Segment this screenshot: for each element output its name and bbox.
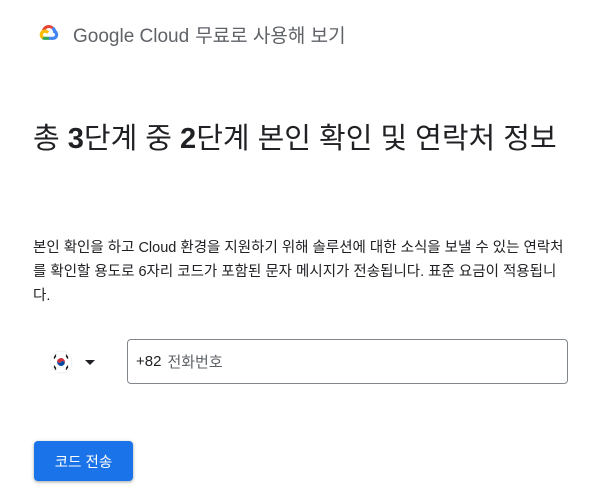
phone-placeholder: 전화번호 [167, 354, 223, 371]
page-title: 총 3단계 중 2단계 본인 확인 및 연락처 정보 [33, 118, 583, 160]
google-cloud-logo-icon [39, 25, 59, 40]
title-current-step: 2 [180, 123, 197, 155]
title-mid: 단계 중 [83, 123, 181, 155]
chevron-down-icon [85, 359, 95, 365]
signup-page: Google Cloud 무료로 사용해 보기 총 3단계 중 2단계 본인 확인… [0, 0, 594, 501]
south-korea-flag-icon [49, 350, 73, 374]
title-prefix: 총 [33, 123, 68, 155]
country-code-select[interactable] [49, 348, 95, 376]
brand-suffix: 무료로 사용해 보기 [195, 25, 346, 47]
title-rest: 단계 본인 확인 및 연락처 정보 [196, 123, 557, 155]
phone-row: +82 전화번호 [33, 339, 568, 384]
brand-name: Google Cloud [73, 25, 190, 47]
header: Google Cloud 무료로 사용해 보기 [33, 18, 346, 50]
title-total-steps: 3 [67, 123, 84, 155]
phone-prefix: +82 [136, 353, 162, 370]
send-code-button[interactable]: 코드 전송 [34, 441, 133, 481]
brand: Google Cloud 무료로 사용해 보기 [73, 21, 346, 48]
verification-description: 본인 확인을 하고 Cloud 환경을 지원하기 위해 솔루션에 대한 소식을 … [33, 240, 564, 304]
phone-number-input[interactable]: +82 전화번호 [127, 339, 568, 384]
